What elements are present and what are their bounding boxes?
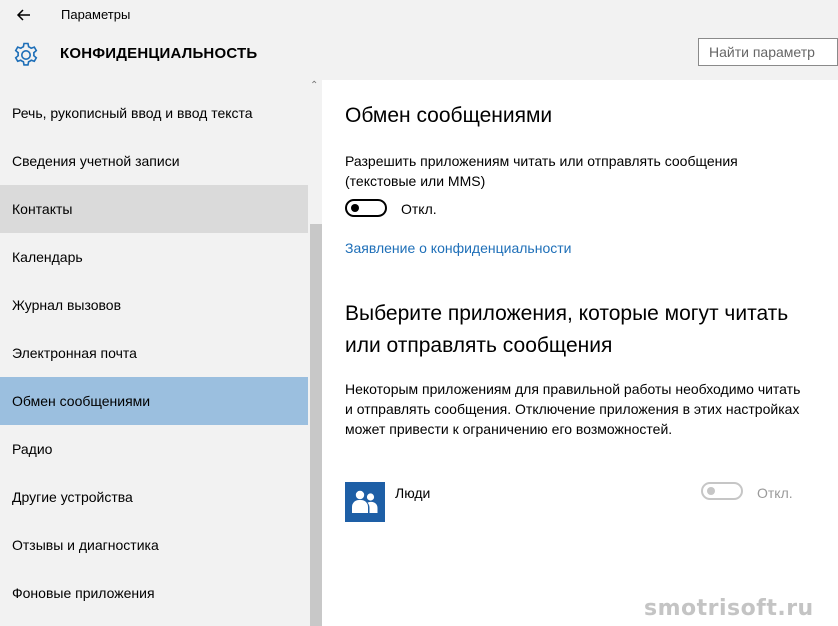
window-title: Параметры — [61, 7, 131, 22]
search-box[interactable] — [698, 38, 838, 66]
toggle-knob — [707, 487, 715, 495]
people-app-toggle-label: Откл. — [757, 485, 793, 501]
title-bar: Параметры — [0, 0, 838, 30]
sidebar-scrollbar[interactable] — [310, 224, 322, 626]
allow-description: Разрешить приложениям читать или отправл… — [345, 153, 738, 189]
people-app-toggle[interactable] — [701, 482, 743, 500]
sidebar-item-label: Обмен сообщениями — [12, 393, 151, 409]
scroll-up-icon[interactable]: ⌃ — [310, 80, 318, 91]
sidebar-item-label: Сведения учетной записи — [12, 153, 180, 169]
main-content: Обмен сообщениями Разрешить приложениям … — [322, 80, 838, 626]
people-icon — [345, 482, 385, 522]
choose-apps-heading: Выберите приложения, которые могут читат… — [345, 302, 789, 357]
toggle-knob — [351, 204, 359, 212]
sidebar-item-background-apps[interactable]: Фоновые приложения — [0, 569, 308, 617]
section-heading: Обмен сообщениями — [345, 104, 553, 127]
sidebar-item-account-info[interactable]: Сведения учетной записи — [0, 137, 308, 185]
privacy-statement-link[interactable]: Заявление о конфиденциальности — [345, 240, 571, 256]
sidebar-item-messaging[interactable]: Обмен сообщениями — [0, 377, 308, 425]
sidebar-item-label: Радио — [12, 441, 53, 457]
watermark: smotrisoft.ru — [644, 596, 814, 621]
back-arrow-icon[interactable] — [14, 5, 34, 25]
settings-header: КОНФИДЕНЦИАЛЬНОСТЬ — [0, 30, 838, 80]
sidebar-item-radios[interactable]: Радио — [0, 425, 308, 473]
sidebar-item-label: Журнал вызовов — [12, 297, 122, 313]
sidebar-item-email[interactable]: Электронная почта — [0, 329, 308, 377]
sidebar-item-contacts[interactable]: Контакты — [0, 185, 308, 233]
sidebar-item-label: Другие устройства — [12, 489, 133, 505]
sidebar-item-label: Электронная почта — [12, 345, 137, 361]
messaging-toggle[interactable] — [345, 199, 387, 217]
sidebar-item-feedback-diagnostics[interactable]: Отзывы и диагностика — [0, 521, 308, 569]
page-title: КОНФИДЕНЦИАЛЬНОСТЬ — [60, 45, 258, 62]
sidebar-item-other-devices[interactable]: Другие устройства — [0, 473, 308, 521]
sidebar-item-speech[interactable]: Речь, рукописный ввод и ввод текста — [0, 89, 308, 137]
choose-apps-description: Некоторым приложениям для правильной раб… — [345, 381, 801, 437]
sidebar-item-call-history[interactable]: Журнал вызовов — [0, 281, 308, 329]
gear-icon — [14, 42, 38, 66]
app-name-people: Люди — [395, 485, 431, 501]
sidebar-item-label: Календарь — [12, 249, 83, 265]
sidebar-item-label: Отзывы и диагностика — [12, 537, 159, 553]
sidebar-item-calendar[interactable]: Календарь — [0, 233, 308, 281]
messaging-toggle-label: Откл. — [401, 201, 437, 217]
sidebar-item-label: Фоновые приложения — [12, 585, 155, 601]
sidebar-item-label: Речь, рукописный ввод и ввод текста — [12, 105, 253, 121]
sidebar: ⌃ Речь, рукописный ввод и ввод текста Св… — [0, 80, 322, 626]
search-input[interactable] — [709, 40, 838, 64]
sidebar-item-label: Контакты — [12, 201, 73, 217]
